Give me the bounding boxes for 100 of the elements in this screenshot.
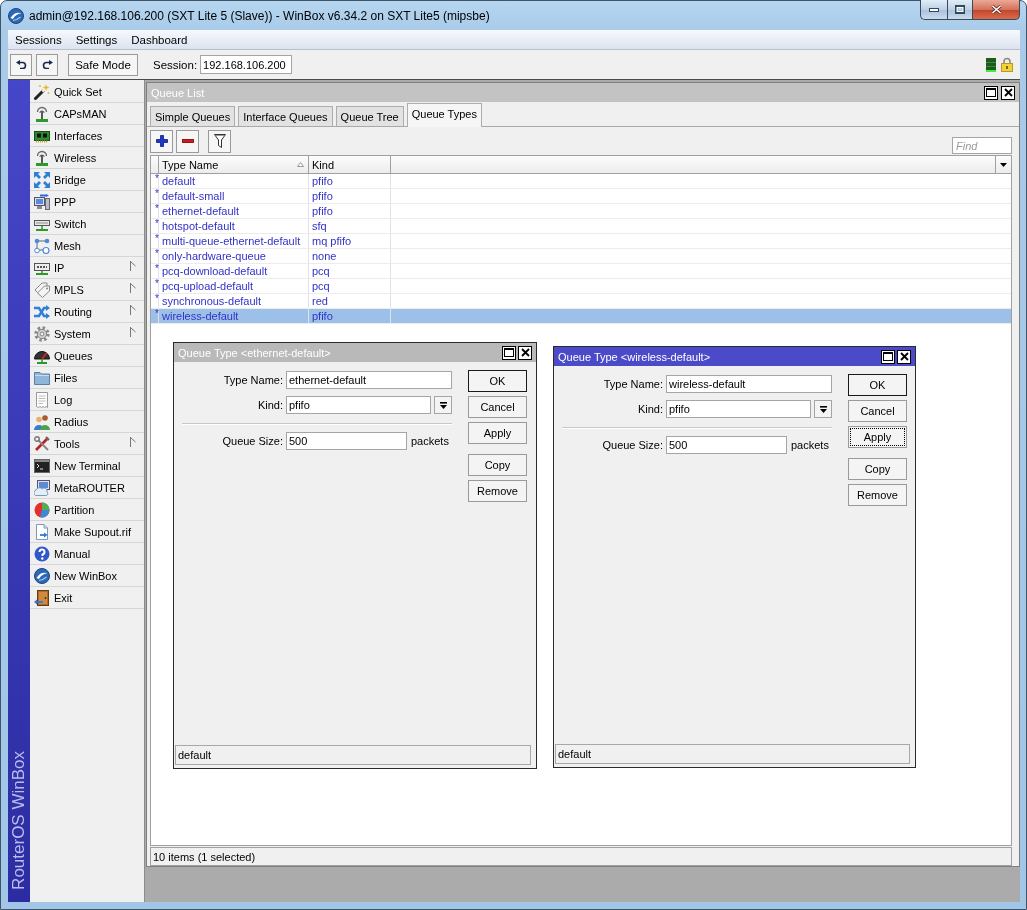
antenna-icon xyxy=(34,105,50,122)
sidebar-item[interactable]: Mesh xyxy=(30,235,144,257)
menu-item[interactable]: Sessions xyxy=(8,33,69,46)
sidebar-item[interactable]: Queues xyxy=(30,345,144,367)
table-cell: none xyxy=(312,249,337,263)
table-row[interactable]: * wireless-default pfifo xyxy=(151,309,1011,324)
sidebar-item[interactable]: Partition xyxy=(30,499,144,521)
dialog-button[interactable]: OK xyxy=(468,370,527,392)
text-field[interactable]: 500 xyxy=(666,436,787,454)
safe-mode-button[interactable]: Safe Mode xyxy=(68,53,138,76)
maximize-button[interactable] xyxy=(947,0,973,20)
sidebar-item[interactable]: Wireless xyxy=(30,147,144,169)
window-title: admin@192.168.106.200 (SXT Lite 5 (Slave)) - WinBox v6.34.2 on SXT Lite5 (mipsbe) xyxy=(29,8,490,23)
dialog-button[interactable]: OK xyxy=(848,374,907,396)
sidebar-item[interactable]: PPP xyxy=(30,191,144,213)
sidebar-item[interactable]: MetaROUTER xyxy=(30,477,144,499)
table-row[interactable]: * hotspot-default sfq xyxy=(151,219,1011,234)
sidebar-item[interactable]: New WinBox xyxy=(30,565,144,587)
sidebar-item[interactable]: Manual xyxy=(30,543,144,565)
sidebar-item[interactable]: IP xyxy=(30,257,144,279)
sidebar-item[interactable]: System xyxy=(30,323,144,345)
dropdown-field[interactable]: pfifo xyxy=(666,400,811,418)
sidebar-item[interactable]: CAPsMAN xyxy=(30,103,144,125)
undo-button[interactable] xyxy=(10,53,32,76)
sidebar-item[interactable]: Radius xyxy=(30,411,144,433)
undo-icon xyxy=(15,60,27,69)
sidebar-item[interactable]: Exit xyxy=(30,587,144,609)
dialog-button[interactable]: Cancel xyxy=(848,400,907,422)
table-row[interactable]: * ethernet-default pfifo xyxy=(151,204,1011,219)
dropdown-field[interactable]: pfifo xyxy=(286,396,431,414)
remove-button[interactable] xyxy=(176,129,199,153)
brand-text: RouterOS WinBox xyxy=(8,751,29,890)
tab[interactable]: Queue Tree xyxy=(335,106,404,126)
sidebar-item[interactable]: Routing xyxy=(30,301,144,323)
menu-item[interactable]: Dashboard xyxy=(124,33,195,46)
session-label: Session: xyxy=(153,58,198,71)
sidebar-item[interactable]: Switch xyxy=(30,213,144,235)
table-cell: wireless-default xyxy=(162,309,239,323)
table-row[interactable]: * multi-queue-ethernet-default mq pfifo xyxy=(151,234,1011,249)
text-field[interactable]: wireless-default xyxy=(666,375,832,393)
column-header[interactable]: Type Name xyxy=(162,158,297,171)
dropdown-button[interactable] xyxy=(434,396,452,414)
unit-label: packets xyxy=(411,435,449,447)
text-field[interactable]: 500 xyxy=(286,432,407,450)
dialog-button[interactable]: Copy xyxy=(848,458,907,480)
table-row[interactable]: * default-small pfifo xyxy=(151,189,1011,204)
dialog-button[interactable]: Remove xyxy=(848,484,907,506)
folder-icon xyxy=(34,369,50,386)
redo-button[interactable] xyxy=(36,53,58,76)
dialog-button[interactable]: Cancel xyxy=(468,396,527,418)
maximize-button[interactable] xyxy=(881,349,895,364)
tab[interactable]: Simple Queues xyxy=(150,106,236,126)
sidebar-item[interactable]: New Terminal xyxy=(30,455,144,477)
close-button[interactable] xyxy=(897,349,911,364)
nodes-icon xyxy=(34,237,50,254)
table-cell: only-hardware-queue xyxy=(162,249,266,263)
table-cell: pfifo xyxy=(312,174,333,188)
session-field[interactable]: 192.168.106.200 xyxy=(200,55,293,74)
text-field[interactable]: ethernet-default xyxy=(286,371,452,389)
minimize-button[interactable] xyxy=(920,0,947,20)
maximize-button[interactable] xyxy=(502,345,516,360)
sidebar-item[interactable]: Tools xyxy=(30,433,144,455)
dialog-button[interactable]: Apply xyxy=(468,422,527,444)
sidebar-item[interactable]: MPLS xyxy=(30,279,144,301)
sidebar-item[interactable]: Make Supout.rif xyxy=(30,521,144,543)
tab[interactable]: Interface Queues xyxy=(238,106,333,126)
table-row[interactable]: * default pfifo xyxy=(151,174,1011,189)
sidebar-item[interactable]: Quick Set xyxy=(30,81,144,103)
table-cell: pfifo xyxy=(312,204,333,218)
sidebar-item[interactable]: Interfaces xyxy=(30,125,144,147)
table-cell: pcq-upload-default xyxy=(162,279,254,293)
dialog-button[interactable]: Copy xyxy=(468,454,527,476)
dialog-button[interactable]: Remove xyxy=(468,480,527,502)
sidebar-item[interactable]: Files xyxy=(30,367,144,389)
close-button[interactable] xyxy=(1001,85,1015,100)
table-cell: synchronous-default xyxy=(162,294,262,308)
tab[interactable]: Queue Types xyxy=(406,103,482,127)
table-row[interactable]: * only-hardware-queue none xyxy=(151,249,1011,264)
close-button[interactable] xyxy=(518,345,532,360)
maximize-button[interactable] xyxy=(984,85,998,100)
search-field[interactable]: Find xyxy=(952,137,1012,154)
dialog-button[interactable]: Apply xyxy=(848,426,907,448)
dropdown-button[interactable] xyxy=(814,400,832,418)
flag-label: * xyxy=(154,174,159,184)
close-icon xyxy=(520,348,530,357)
menu-item[interactable]: Settings xyxy=(68,33,125,46)
sidebar-item[interactable]: Bridge xyxy=(30,169,144,191)
magic-wand-icon xyxy=(34,83,50,100)
sidebar-item[interactable]: Log xyxy=(30,389,144,411)
status-bar: default xyxy=(555,744,910,764)
field-label: Kind: xyxy=(256,399,283,411)
table-row[interactable]: * pcq-upload-default pcq xyxy=(151,279,1011,294)
table-row[interactable]: * pcq-download-default pcq xyxy=(151,264,1011,279)
submenu-arrow-icon xyxy=(130,261,136,271)
table-cell: default xyxy=(162,174,196,188)
crossing-arrows-icon xyxy=(34,303,50,320)
filter-button[interactable] xyxy=(208,129,231,153)
add-button[interactable] xyxy=(150,129,173,153)
close-button[interactable] xyxy=(973,0,1020,20)
column-header[interactable]: Kind xyxy=(312,158,390,171)
